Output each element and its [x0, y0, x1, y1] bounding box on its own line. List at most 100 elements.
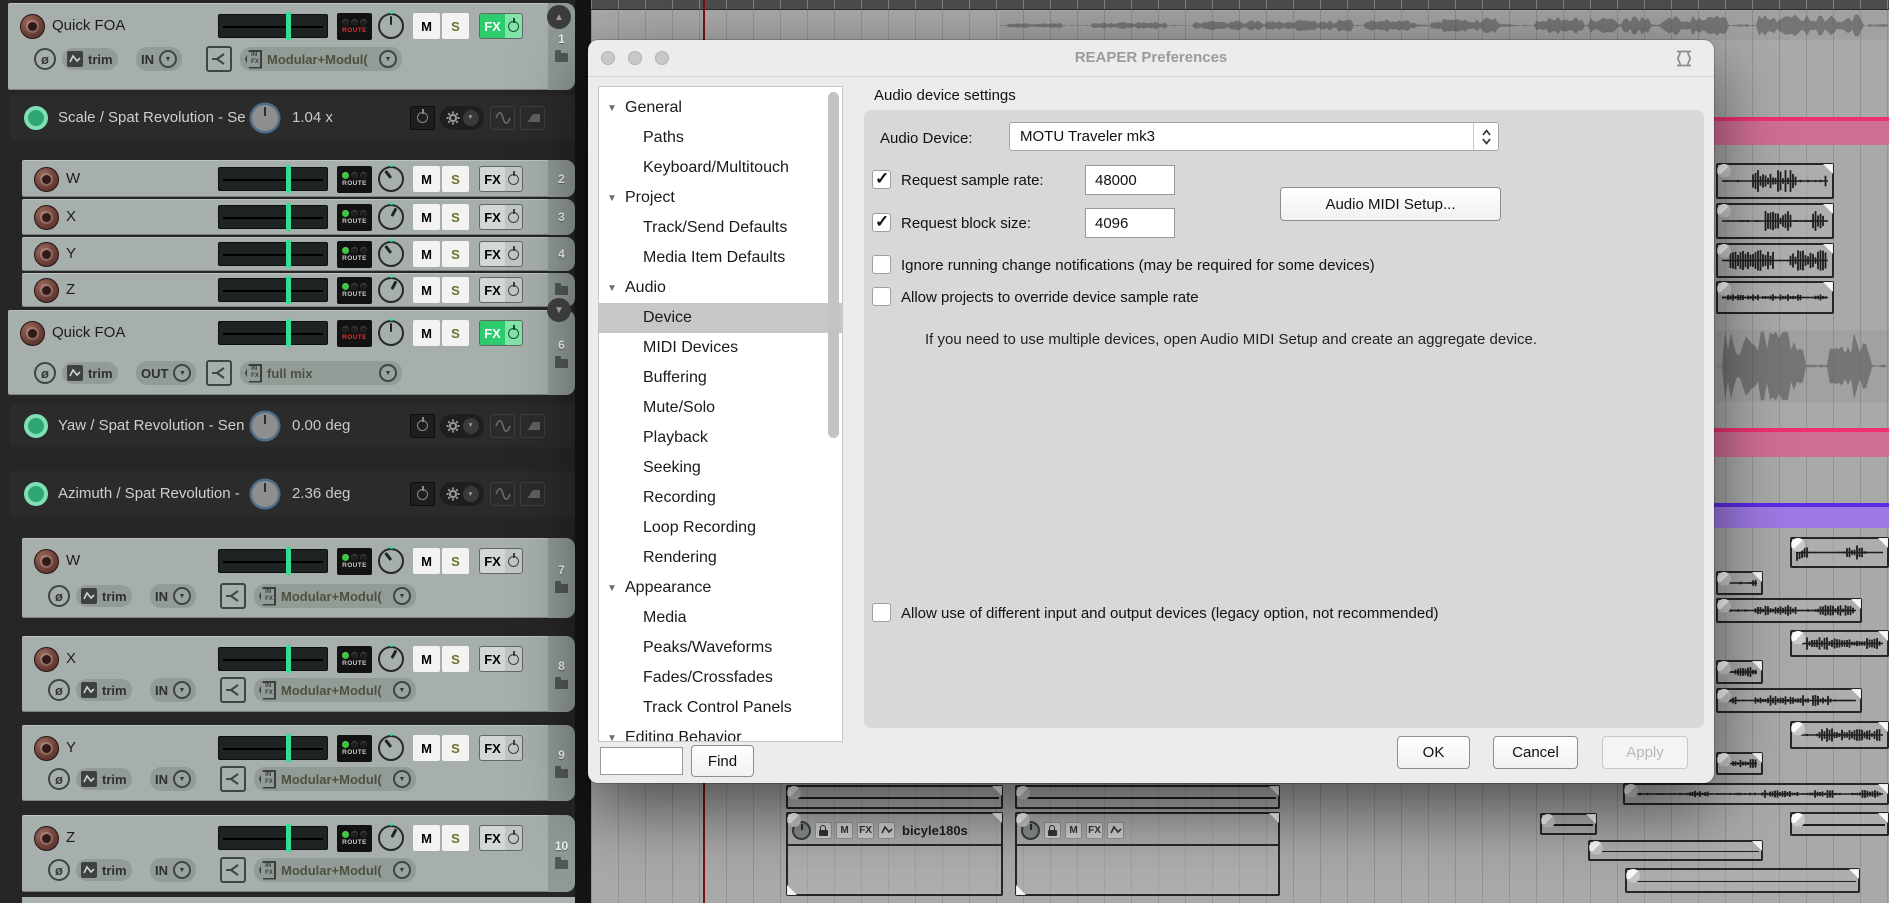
media-item-purple[interactable] [1714, 503, 1889, 528]
volume-fader[interactable] [218, 278, 328, 302]
route-button[interactable]: ROUTE [337, 646, 372, 673]
track-panel-w[interactable]: W ROUTE M S FX 7 ø trim IN▼ INFX Modular… [0, 538, 575, 618]
fx-bypass-icon[interactable] [505, 549, 522, 573]
chevron-down-icon[interactable]: ▼ [379, 364, 397, 382]
chevron-down-icon[interactable]: ▼ [173, 681, 191, 699]
envelope-trim-button[interactable]: trim [76, 859, 132, 881]
fx-button[interactable]: FX [479, 548, 523, 574]
fade-out-handle[interactable] [1878, 631, 1888, 641]
fade-in-handle[interactable] [1016, 813, 1030, 827]
solo-button[interactable]: S [442, 320, 469, 346]
sidebar-item-paths[interactable]: Paths [599, 123, 842, 153]
fx-chain-slot[interactable]: INFX Modular+Modul( ▼ [254, 678, 416, 702]
solo-button[interactable]: S [442, 735, 469, 761]
track-panel-z[interactable]: Z ROUTE M S FX 10 ø trim IN▼ INFX Modula… [0, 815, 575, 892]
sidebar-item-appearance[interactable]: ▼ Appearance [599, 573, 842, 603]
fade-in-handle[interactable] [1717, 689, 1731, 703]
find-input[interactable] [600, 747, 683, 775]
envelope-trim-button[interactable]: trim [62, 48, 118, 70]
fx-button[interactable]: FX [479, 166, 523, 192]
route-button[interactable]: ROUTE [337, 166, 372, 193]
expand-triangle-icon[interactable]: ▼ [607, 583, 617, 594]
phase-button[interactable]: ø [34, 48, 56, 70]
fade-in-handle[interactable] [1791, 631, 1805, 645]
preferences-category-list[interactable]: ▼ General Paths Keyboard/Multitouch ▼ Pr… [598, 86, 843, 742]
route-button[interactable]: ROUTE [337, 204, 372, 231]
sidebar-item-rendering[interactable]: Rendering [599, 543, 842, 573]
routing-split-icon[interactable] [220, 677, 246, 703]
scroll-down-icon[interactable]: ▼ [547, 298, 571, 322]
fx-button[interactable]: FX [479, 825, 523, 851]
fade-in-handle[interactable] [787, 786, 801, 800]
media-item-audio[interactable] [1716, 752, 1763, 775]
fader-handle[interactable] [286, 12, 291, 40]
fx-button[interactable]: FX [479, 735, 523, 761]
envelope-trim-button[interactable]: trim [76, 679, 132, 701]
solo-button[interactable]: S [442, 277, 469, 303]
pan-knob[interactable] [378, 735, 404, 761]
fade-handle[interactable] [1016, 885, 1026, 895]
fader-handle[interactable] [286, 319, 291, 347]
envelope-lane[interactable]: Scale / Spat Revolution - Se 1.04 x ▼ [10, 95, 589, 140]
expand-triangle-icon[interactable]: ▼ [607, 193, 617, 204]
fx-button[interactable]: FX [479, 277, 523, 303]
media-item-labeled[interactable]: M FX bicyle180s [786, 812, 1003, 896]
envelope-value-knob[interactable] [252, 105, 278, 131]
envelope-armed-icon[interactable] [24, 106, 48, 130]
fx-button[interactable]: FX [479, 646, 523, 672]
chevron-down-icon[interactable]: ▼ [173, 770, 191, 788]
record-arm-button[interactable] [34, 242, 59, 267]
fade-in-handle[interactable] [1624, 784, 1638, 798]
allow-override-checkbox[interactable] [872, 287, 891, 306]
track-number-tab[interactable]: 4 [548, 237, 575, 271]
sidebar-item-keyboard-multitouch[interactable]: Keyboard/Multitouch [599, 153, 842, 183]
fade-out-handle[interactable] [1752, 753, 1762, 763]
fx-bypass-icon[interactable] [505, 321, 522, 345]
io-button[interactable]: OUT▼ [136, 361, 196, 385]
record-arm-button[interactable] [20, 321, 45, 346]
fader-handle[interactable] [286, 203, 291, 231]
routing-split-icon[interactable] [220, 583, 246, 609]
fade-in-handle[interactable] [1791, 722, 1805, 736]
fade-out-handle[interactable] [1878, 538, 1888, 548]
track-panel-quick-foa[interactable]: Quick FOA ROUTE M S FX 1 ø trim IN▼ INFX… [0, 3, 575, 90]
phase-button[interactable]: ø [34, 362, 56, 384]
fade-out-handle[interactable] [1878, 813, 1888, 823]
media-item[interactable] [1540, 813, 1597, 835]
envelope-value-knob[interactable] [252, 481, 278, 507]
route-button[interactable]: ROUTE [337, 735, 372, 762]
fx-bypass-icon[interactable] [505, 14, 522, 38]
envelope-armed-icon[interactable] [24, 414, 48, 438]
fade-in-handle[interactable] [1589, 841, 1603, 855]
fx-bypass-icon[interactable] [505, 647, 522, 671]
fx-chain-slot[interactable]: INFX Modular+Modul( ▼ [254, 858, 416, 882]
chevron-down-icon[interactable]: ▼ [393, 861, 411, 879]
track-name[interactable]: Y [66, 739, 76, 756]
phase-button[interactable]: ø [48, 585, 70, 607]
fader-handle[interactable] [286, 824, 291, 852]
track-name[interactable]: W [66, 552, 80, 569]
routing-split-icon[interactable] [220, 766, 246, 792]
track-panel-y[interactable]: Y ROUTE M S FX 9 ø trim IN▼ INFX Modular… [0, 725, 575, 801]
mute-button[interactable]: M [413, 277, 440, 303]
cancel-button[interactable]: Cancel [1493, 736, 1578, 769]
envelope-armed-icon[interactable] [24, 482, 48, 506]
fader-handle[interactable] [286, 240, 291, 268]
fade-out-handle[interactable] [1752, 841, 1762, 851]
solo-button[interactable]: S [442, 166, 469, 192]
track-panel-x[interactable]: X ROUTE M S FX 3 [0, 199, 575, 235]
fader-handle[interactable] [286, 165, 291, 193]
envelope-icon[interactable] [1107, 822, 1124, 839]
media-item-labeled[interactable]: M FX [1015, 812, 1280, 896]
chevron-down-icon[interactable]: ▼ [463, 110, 479, 126]
sidebar-item-track-send-defaults[interactable]: Track/Send Defaults [599, 213, 842, 243]
sidebar-item-loop-recording[interactable]: Loop Recording [599, 513, 842, 543]
request-block-size-checkbox[interactable] [872, 213, 891, 232]
fx-bypass-icon[interactable] [505, 826, 522, 850]
fx-bypass-icon[interactable] [505, 205, 522, 229]
io-button[interactable]: IN▼ [136, 47, 182, 71]
media-item-audio[interactable] [1716, 243, 1834, 278]
fx-button[interactable]: FX [479, 13, 523, 39]
track-name[interactable]: W [66, 170, 80, 187]
fade-in-handle[interactable] [1717, 204, 1731, 218]
